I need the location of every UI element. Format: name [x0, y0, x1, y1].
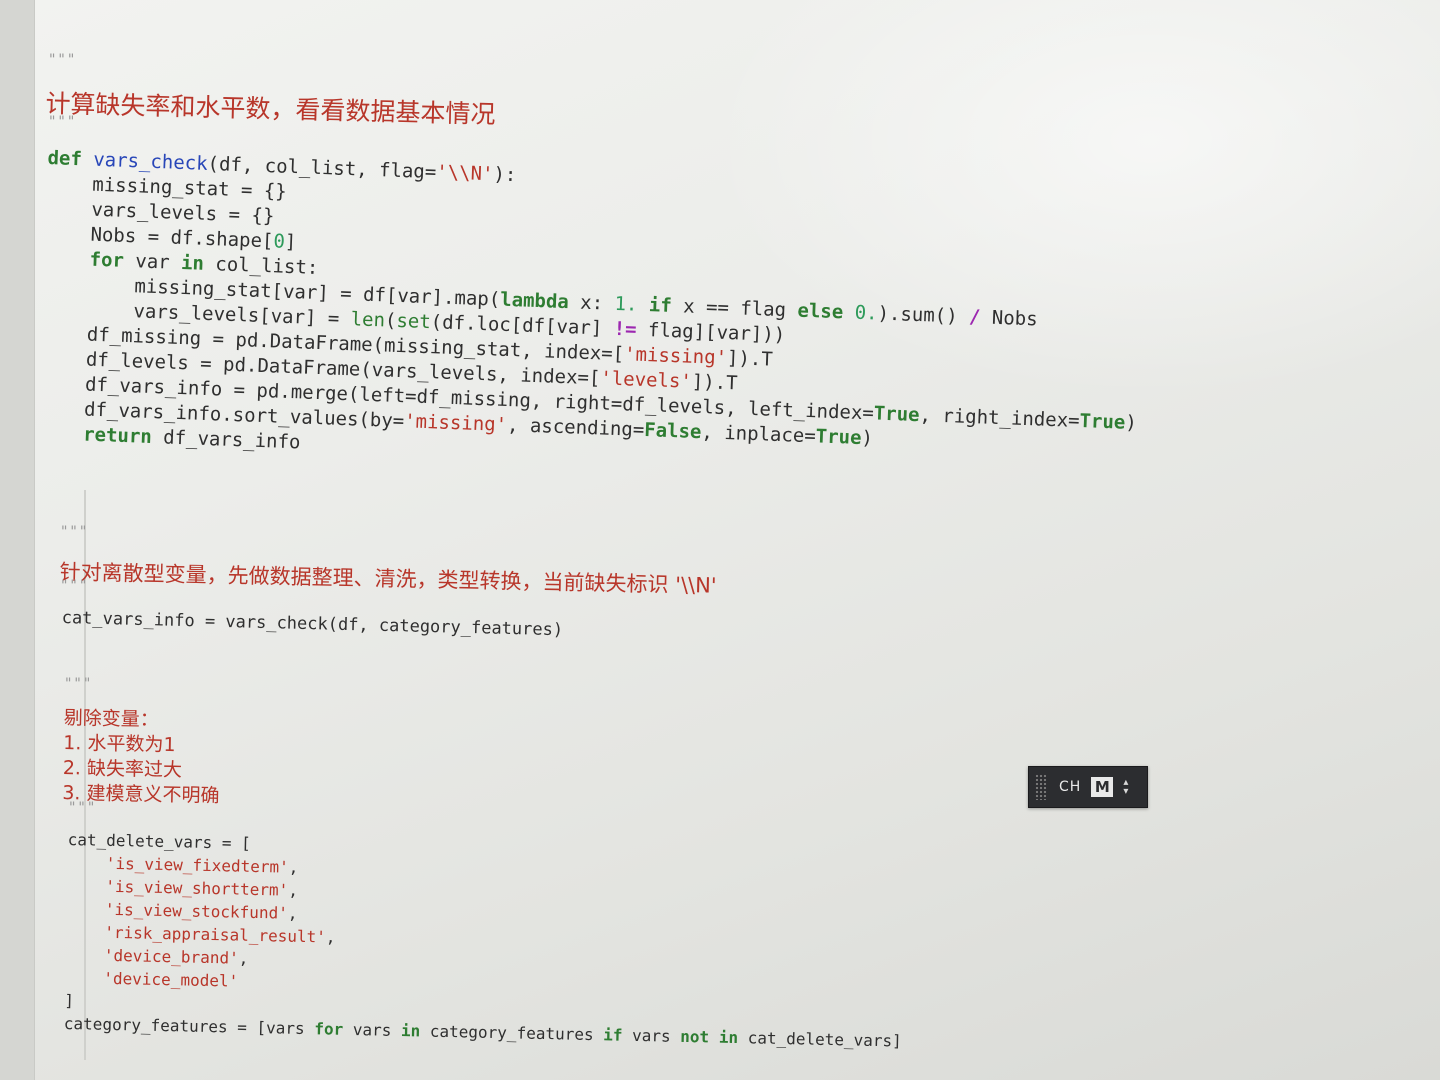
section-3-comment-line: 2. 缺失率过大: [62, 756, 183, 782]
section-1-comment: 计算缺失率和水平数，看看数据基本情况: [45, 88, 496, 129]
cat-delete-vars-code[interactable]: cat_delete_vars = [ 'is_view_fixedterm',…: [64, 828, 906, 1053]
section-2-comment: 针对离散型变量，先做数据整理、清洗，类型转换，当前缺失标识 '\\N': [59, 559, 717, 598]
section-3-comment-line: 1. 水平数为1: [63, 731, 176, 757]
docstring-open-quotes: """: [64, 676, 93, 692]
ime-toolbar[interactable]: CH M ▴ ▾: [1028, 766, 1148, 808]
ime-language-indicator[interactable]: CH: [1059, 779, 1081, 795]
section-3-comment: 剔除变量： 1. 水平数为1 2. 缺失率过大 3. 建模意义不明确: [62, 706, 221, 809]
cat-vars-info-code[interactable]: cat_vars_info = vars_check(df, category_…: [61, 606, 563, 643]
screen: """ 计算缺失率和水平数，看看数据基本情况 """ def vars_chec…: [0, 0, 1440, 1080]
editor-gutter: [0, 0, 35, 1080]
section-3-comment-line: 剔除变量：: [63, 706, 159, 731]
docstring-close-quotes: """: [48, 114, 77, 130]
vars-check-function-code[interactable]: def vars_check(df, col_list, flag='\\N')…: [37, 146, 1145, 486]
code-editor[interactable]: """ 计算缺失率和水平数，看看数据基本情况 """ def vars_chec…: [34, 0, 1440, 1080]
up-down-arrows-icon[interactable]: ▴ ▾: [1123, 778, 1128, 797]
docstring-close-quotes: """: [60, 578, 89, 594]
docstring-open-quotes: """: [48, 52, 77, 68]
docstring-open-quotes: """: [60, 524, 89, 540]
docstring-close-quotes: """: [68, 800, 97, 816]
drag-handle-icon[interactable]: [1035, 774, 1047, 800]
ime-mode-indicator[interactable]: M: [1091, 777, 1114, 797]
